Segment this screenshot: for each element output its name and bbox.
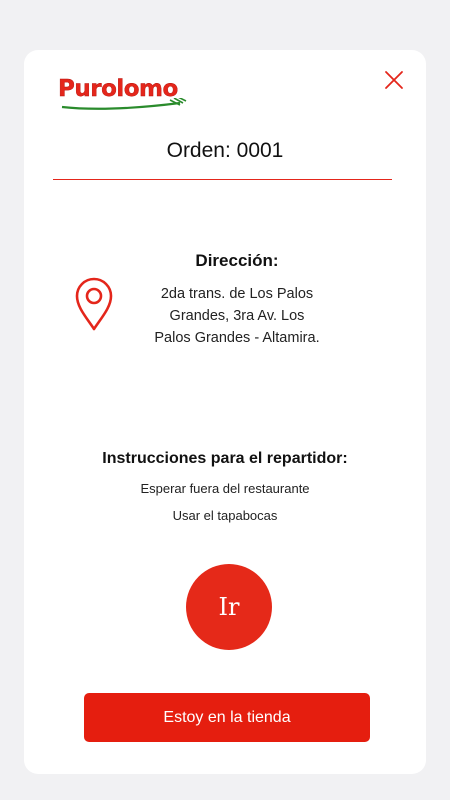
close-icon bbox=[385, 71, 403, 89]
address-heading: Dirección: bbox=[195, 251, 279, 270]
close-button[interactable] bbox=[382, 68, 406, 92]
instruction-item: Usar el tapabocas bbox=[172, 508, 278, 523]
address-text: 2da trans. de Los Palos Grandes, 3ra Av.… bbox=[154, 286, 320, 346]
purolomo-logo: Purolomo bbox=[58, 76, 188, 110]
order-card: Purolomo Orden: 0001 Dirección: 2da tran… bbox=[24, 50, 426, 774]
header-divider bbox=[53, 179, 392, 180]
logo-swoosh-icon bbox=[61, 98, 187, 110]
order-title: Orden: 0001 bbox=[166, 139, 284, 162]
at-store-button[interactable]: Estoy en la tienda bbox=[84, 693, 370, 742]
go-button[interactable]: Ir bbox=[186, 564, 272, 650]
instructions-heading: Instrucciones para el repartidor: bbox=[102, 450, 348, 467]
instruction-item: Esperar fuera del restaurante bbox=[140, 481, 310, 496]
location-pin-icon bbox=[75, 277, 113, 331]
